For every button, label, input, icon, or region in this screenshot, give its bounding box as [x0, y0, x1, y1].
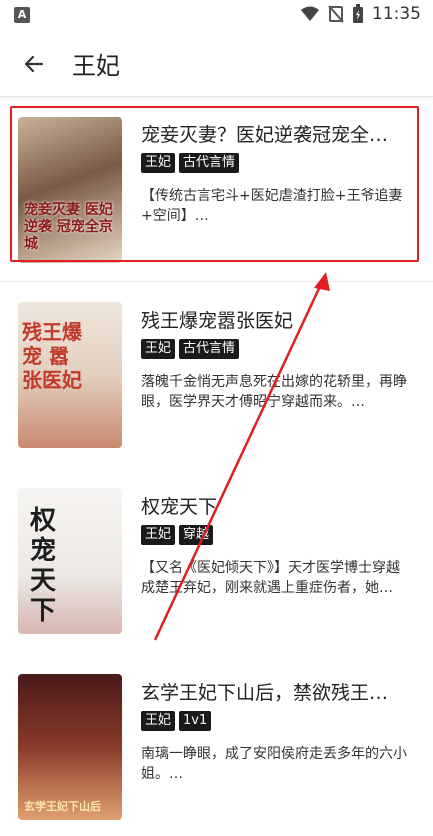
tag[interactable]: 王妃 — [141, 339, 176, 359]
book-description: 落魄千金悄无声息死在出嫁的花轿里，再睁眼，医学界天才傅昭宁穿越而来。… — [141, 374, 407, 410]
book-title[interactable]: 权宠天下 — [141, 492, 413, 519]
tag-list: 王妃 1v1 — [141, 711, 212, 731]
book-item-1[interactable]: 宠妾灭妻 医妃逆袭 冠宠全京城 宠妾灭妻？医妃逆袭冠宠全… 王妃 古代言情 【传… — [0, 110, 433, 280]
book-description: 南璃一睁眼，成了安阳侯府走丢多年的六小姐。… — [141, 746, 407, 782]
battery-icon — [353, 4, 363, 23]
status-bar: A 11:35 — [0, 0, 433, 30]
cover-title: 残王爆宠 嚣张医妃 — [22, 320, 82, 392]
clock: 11:35 — [372, 4, 421, 24]
tag[interactable]: 穿越 — [179, 525, 214, 545]
tag[interactable]: 王妃 — [141, 525, 176, 545]
tag[interactable]: 王妃 — [141, 711, 176, 731]
divider — [0, 281, 433, 282]
book-item-4[interactable]: 玄学王妃下山后 玄学王妃下山后，禁欲残王… 王妃 1v1 南璃一睁眼，成了安阳侯… — [0, 666, 433, 836]
cover-title: 玄学王妃下山后 — [24, 800, 101, 813]
book-item-3[interactable]: 权宠天下 权宠天下 王妃 穿越 【又名《医妃倾天下》】天才医学博士穿越成楚王弃妃… — [0, 480, 433, 650]
page-title: 王妃 — [72, 52, 120, 80]
book-cover[interactable]: 宠妾灭妻 医妃逆袭 冠宠全京城 — [18, 117, 122, 263]
book-title[interactable]: 残王爆宠嚣张医妃 — [141, 306, 413, 333]
book-cover[interactable]: 残王爆宠 嚣张医妃 — [18, 302, 122, 448]
book-item-2[interactable]: 残王爆宠 嚣张医妃 残王爆宠嚣张医妃 王妃 古代言情 落魄千金悄无声息死在出嫁的… — [0, 292, 433, 462]
tag-list: 王妃 古代言情 — [141, 339, 240, 359]
cover-title: 权宠天下 — [30, 506, 57, 626]
wifi-icon — [301, 6, 319, 21]
arrow-left-icon — [24, 55, 44, 73]
tag-list: 王妃 穿越 — [141, 525, 214, 545]
no-sim-icon — [328, 5, 344, 23]
tag[interactable]: 古代言情 — [179, 153, 240, 173]
book-title[interactable]: 宠妾灭妻？医妃逆袭冠宠全… — [141, 120, 413, 147]
book-title[interactable]: 玄学王妃下山后，禁欲残王… — [141, 678, 413, 705]
notification-icon: A — [14, 7, 30, 23]
book-description: 【又名《医妃倾天下》】天才医学博士穿越成楚王弃妃，刚来就遇上重症伤者，她… — [141, 560, 400, 596]
cover-title: 宠妾灭妻 医妃逆袭 冠宠全京城 — [24, 202, 113, 252]
back-button[interactable] — [18, 48, 50, 80]
book-description: 【传统古言宅斗+医妃虐渣打脸+王爷追妻+空间】… — [141, 188, 403, 224]
book-cover[interactable]: 玄学王妃下山后 — [18, 674, 122, 820]
tag-list: 王妃 古代言情 — [141, 153, 240, 173]
tag[interactable]: 王妃 — [141, 153, 176, 173]
book-cover[interactable]: 权宠天下 — [18, 488, 122, 634]
tag[interactable]: 古代言情 — [179, 339, 240, 359]
tag[interactable]: 1v1 — [179, 711, 212, 731]
app-bar: 王妃 — [0, 30, 433, 97]
